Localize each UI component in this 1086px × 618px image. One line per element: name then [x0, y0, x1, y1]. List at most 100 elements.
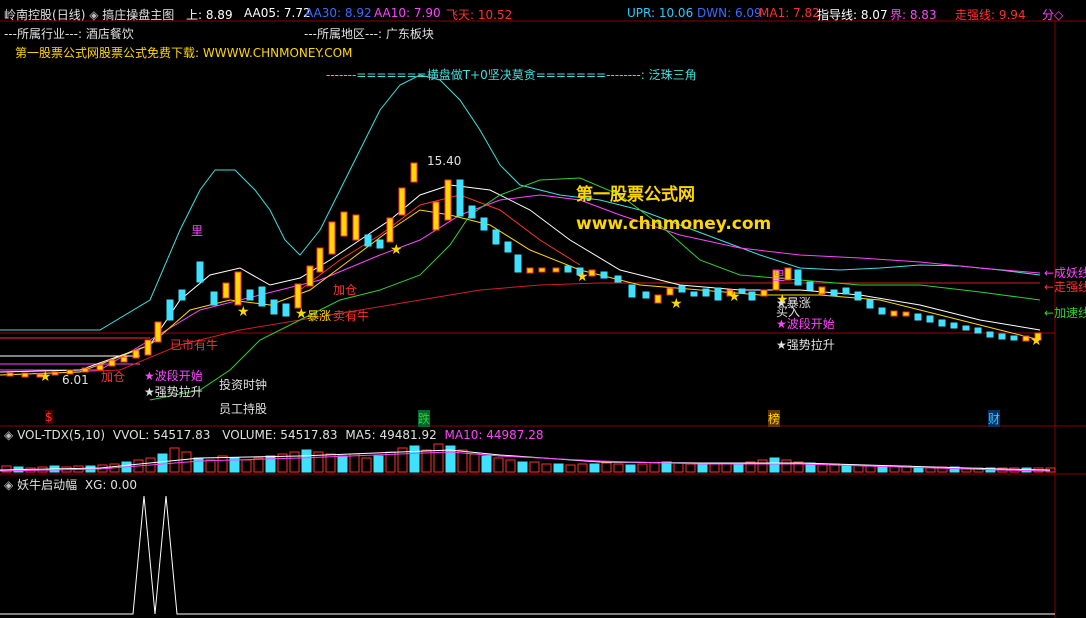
ma10-value: MA10: 44987.28 — [444, 428, 544, 442]
vvol-value: VVOL: 54517.83 — [112, 428, 211, 442]
volume-bar-48 — [577, 463, 588, 473]
volume-bar-46 — [553, 463, 564, 473]
volume-bar-13 — [157, 453, 168, 473]
candle-68 — [854, 291, 862, 301]
volume-bar-65 — [781, 459, 792, 473]
candle-37 — [480, 217, 488, 231]
surge-label-1: 暴涨 — [307, 309, 332, 323]
candle-56 — [714, 287, 722, 301]
candle-32 — [410, 162, 418, 183]
candle-33 — [432, 201, 440, 231]
volume-bar-49 — [589, 463, 600, 473]
candle-10 — [144, 339, 152, 356]
star-marker-4: ★ — [576, 269, 589, 285]
candle-34 — [444, 179, 452, 221]
price-chart[interactable]: ★★ ★★★★ ★ ★★ — [0, 0, 1086, 618]
candle-11 — [154, 321, 162, 343]
volume-bar-34 — [409, 445, 420, 473]
volume-title[interactable]: VOL-TDX(5,10) — [17, 428, 105, 442]
volume-bar-59 — [709, 463, 720, 473]
staff-hold-label: 员工持股 — [219, 402, 268, 416]
volume-value: VOLUME: 54517.83 — [222, 428, 338, 442]
candle-49 — [628, 284, 636, 298]
candle-25 — [328, 221, 336, 255]
candle-42 — [538, 267, 546, 273]
xg-value: XG: 0.00 — [84, 478, 138, 492]
candle-3 — [51, 371, 59, 376]
candle-20 — [270, 299, 278, 315]
volume-bar-30 — [361, 457, 372, 473]
volume-bar-43 — [517, 461, 528, 473]
sell-bull-label: 卖有牛 — [333, 309, 370, 323]
volume-bar-63 — [757, 459, 768, 473]
candle-47 — [600, 271, 608, 279]
candle-12 — [166, 299, 174, 321]
volume-bar-53 — [637, 463, 648, 473]
right-label-3: ←加速线 — [1044, 306, 1086, 320]
candle-69 — [866, 299, 874, 309]
sub-panel-title[interactable]: 妖牛启动幅 — [17, 478, 77, 492]
volume-bar-29 — [349, 453, 360, 473]
candle-27 — [352, 214, 360, 241]
strong-pull-label-1: ★强势拉升 — [144, 385, 203, 399]
candle-52 — [666, 287, 674, 296]
volume-bar-31 — [373, 455, 384, 473]
bottom-marker-cai: 财 — [988, 410, 1001, 427]
candle-78 — [974, 327, 982, 334]
candle-74 — [926, 315, 934, 323]
candle-50 — [642, 291, 650, 299]
volume-bar-44 — [529, 461, 540, 473]
volume-bar-64 — [769, 457, 780, 473]
candle-40 — [514, 254, 522, 273]
volume-bar-60 — [721, 463, 732, 473]
star-marker-6: ★ — [728, 289, 741, 305]
volume-bar-36 — [433, 443, 444, 473]
star-marker-0: ★ — [39, 369, 52, 385]
sub-collapse-icon[interactable]: ◈ — [4, 478, 13, 492]
candle-62 — [784, 267, 792, 281]
li-marker-2: 里 — [773, 269, 786, 283]
volume-bar-52 — [625, 464, 636, 473]
watermark-title: 第一股票公式网 — [576, 185, 695, 205]
candle-23 — [306, 265, 314, 287]
candle-77 — [962, 325, 970, 331]
candle-9 — [132, 349, 140, 359]
invest-time-label: 投资时钟 — [219, 378, 268, 392]
volume-bar-72 — [865, 465, 876, 473]
candle-17 — [234, 271, 242, 306]
candle-1 — [21, 372, 29, 378]
volume-bar-70 — [841, 464, 852, 473]
volume-panel-header: ◈ VOL-TDX(5,10) VVOL: 54517.83 VOLUME: 5… — [4, 428, 544, 442]
add-small-label: 加仓 — [101, 370, 126, 384]
candle-82 — [1022, 335, 1030, 342]
volume-bar-21 — [253, 457, 264, 473]
candle-39 — [504, 241, 512, 253]
ma5-value: MA5: 49481.92 — [345, 428, 437, 442]
star-marker-5: ★ — [670, 296, 683, 312]
candle-22 — [294, 283, 302, 309]
candle-60 — [760, 289, 768, 297]
candle-28 — [364, 234, 372, 247]
star-marker-1: ★ — [237, 304, 250, 320]
sub-panel-header: ◈ 妖牛启动幅 XG: 0.00 — [4, 476, 137, 493]
upper-band-line — [0, 74, 1041, 331]
candle-46 — [588, 269, 596, 277]
volume-bar-28 — [337, 455, 348, 473]
candle-51 — [654, 294, 662, 304]
red-fast-line — [299, 194, 581, 291]
candle-70 — [878, 307, 886, 315]
price-high-label: 15.40 — [427, 154, 462, 168]
volume-bar-17 — [205, 459, 216, 473]
price-low-label: 6.01 — [62, 373, 89, 387]
volume-bar-56 — [673, 462, 684, 473]
volume-collapse-icon[interactable]: ◈ — [4, 428, 13, 442]
candle-76 — [950, 322, 958, 329]
volume-bar-18 — [217, 455, 228, 473]
star-marker-2: ★ — [295, 306, 308, 322]
strong-pull-label-2: ★强势拉升 — [776, 338, 835, 352]
candle-21 — [282, 303, 290, 317]
volume-bar-42 — [505, 459, 516, 473]
bottom-marker-s: $ — [45, 410, 53, 424]
star-marker-3: ★ — [390, 242, 403, 258]
yellow-line — [0, 209, 1041, 376]
